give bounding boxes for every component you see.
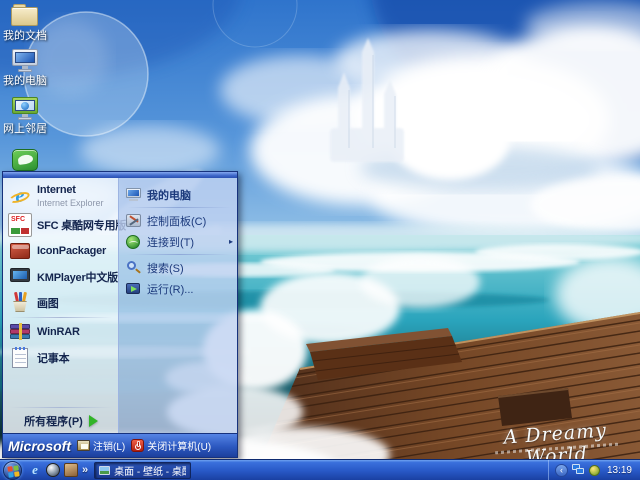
menu-separator <box>127 254 231 255</box>
desktop-icon-label: 我的电脑 <box>3 75 47 87</box>
iconpackager-icon <box>8 239 32 263</box>
computer-icon <box>11 49 39 73</box>
notepad-icon <box>8 346 32 370</box>
quick-launch-ie-icon[interactable]: e <box>28 463 42 477</box>
desktop-icon-label: 网上邻居 <box>3 123 47 135</box>
tray-status-icon[interactable] <box>588 464 600 476</box>
quick-launch-app-icon[interactable] <box>64 463 78 477</box>
menu-separator <box>127 207 231 208</box>
log-off-icon <box>77 440 90 451</box>
menu-item-internet[interactable]: e Internet Internet Explorer <box>6 180 116 212</box>
menu-item-run[interactable]: 运行(R)... <box>123 278 235 299</box>
start-menu-system-column: 我的电脑 控制面板(C) 连接到(T) ▸ 搜索(S) 运行(R)... <box>118 178 237 433</box>
picture-window-icon <box>99 465 111 475</box>
menu-separator <box>10 407 112 408</box>
start-button[interactable] <box>3 460 22 480</box>
power-icon <box>131 439 145 452</box>
connect-icon <box>125 234 142 250</box>
menu-item-notepad[interactable]: 记事本 <box>6 345 116 371</box>
tray-collapse-chevron[interactable]: ‹ <box>554 463 568 477</box>
all-programs-arrow-icon <box>88 415 98 427</box>
menu-item-winrar[interactable]: WinRAR <box>6 319 116 345</box>
menu-item-control-panel[interactable]: 控制面板(C) <box>123 210 235 231</box>
sfc-icon: SFC <box>8 213 32 237</box>
all-programs-button[interactable]: 所有程序(P) <box>6 409 116 433</box>
start-menu: e Internet Internet Explorer SFC SFC 桌酷网… <box>2 171 238 458</box>
microsoft-logo: Microsoft <box>8 437 71 454</box>
taskbar-clock[interactable]: 13:19 <box>604 465 635 476</box>
network-icon <box>11 97 39 121</box>
shut-down-button[interactable]: 关闭计算机(U) <box>131 438 211 453</box>
menu-item-iconpackager[interactable]: IconPackager <box>6 238 116 264</box>
menu-item-my-computer[interactable]: 我的电脑 <box>123 184 235 205</box>
paint-icon <box>8 291 32 315</box>
quick-launch-overflow-chevron[interactable]: » <box>82 463 88 477</box>
taskbar: e » 桌面 - 壁纸 - 桌酷壁... ‹ 13:19 <box>0 459 640 480</box>
taskbar-window-button[interactable]: 桌面 - 壁纸 - 桌酷壁... <box>94 461 192 479</box>
desktop-screen: A Dreamy World 我的文档 我的电脑 网上邻居 e Internet… <box>0 0 640 480</box>
windows-flag-icon <box>7 464 20 478</box>
green-app-icon <box>12 149 38 171</box>
menu-item-sfc[interactable]: SFC SFC 桌酷网专用版 <box>6 212 126 238</box>
desktop-icon-my-computer[interactable]: 我的电脑 <box>0 49 56 87</box>
search-icon <box>125 260 142 276</box>
start-menu-footer: Microsoft 注销(L) 关闭计算机(U) <box>3 433 237 457</box>
desktop-icon-label: 我的文档 <box>3 30 47 42</box>
desktop-icon-my-documents[interactable]: 我的文档 <box>0 4 56 42</box>
tray-network-icon[interactable] <box>571 464 585 476</box>
log-off-button[interactable]: 注销(L) <box>77 438 125 453</box>
run-icon <box>125 281 142 297</box>
menu-item-kmplayer[interactable]: KMPlayer中文版 <box>6 264 118 290</box>
kmplayer-icon <box>8 265 32 289</box>
menu-item-search[interactable]: 搜索(S) <box>123 257 235 278</box>
system-tray: ‹ 13:19 <box>547 460 637 480</box>
submenu-chevron-icon: ▸ <box>228 237 233 246</box>
menu-item-paint[interactable]: 画图 <box>6 290 116 316</box>
menu-item-connect-to[interactable]: 连接到(T) ▸ <box>123 231 235 252</box>
my-computer-icon <box>125 187 142 203</box>
internet-explorer-icon: e <box>8 184 32 208</box>
menu-separator <box>10 317 112 318</box>
control-panel-icon <box>125 213 142 229</box>
folder-icon <box>11 4 39 28</box>
start-menu-pinned-column: e Internet Internet Explorer SFC SFC 桌酷网… <box>3 178 126 433</box>
winrar-icon <box>8 320 32 344</box>
quick-launch-globe-icon[interactable] <box>46 463 60 477</box>
desktop-icon-network-places[interactable]: 网上邻居 <box>0 97 56 135</box>
quick-launch-bar: e » <box>26 463 90 477</box>
